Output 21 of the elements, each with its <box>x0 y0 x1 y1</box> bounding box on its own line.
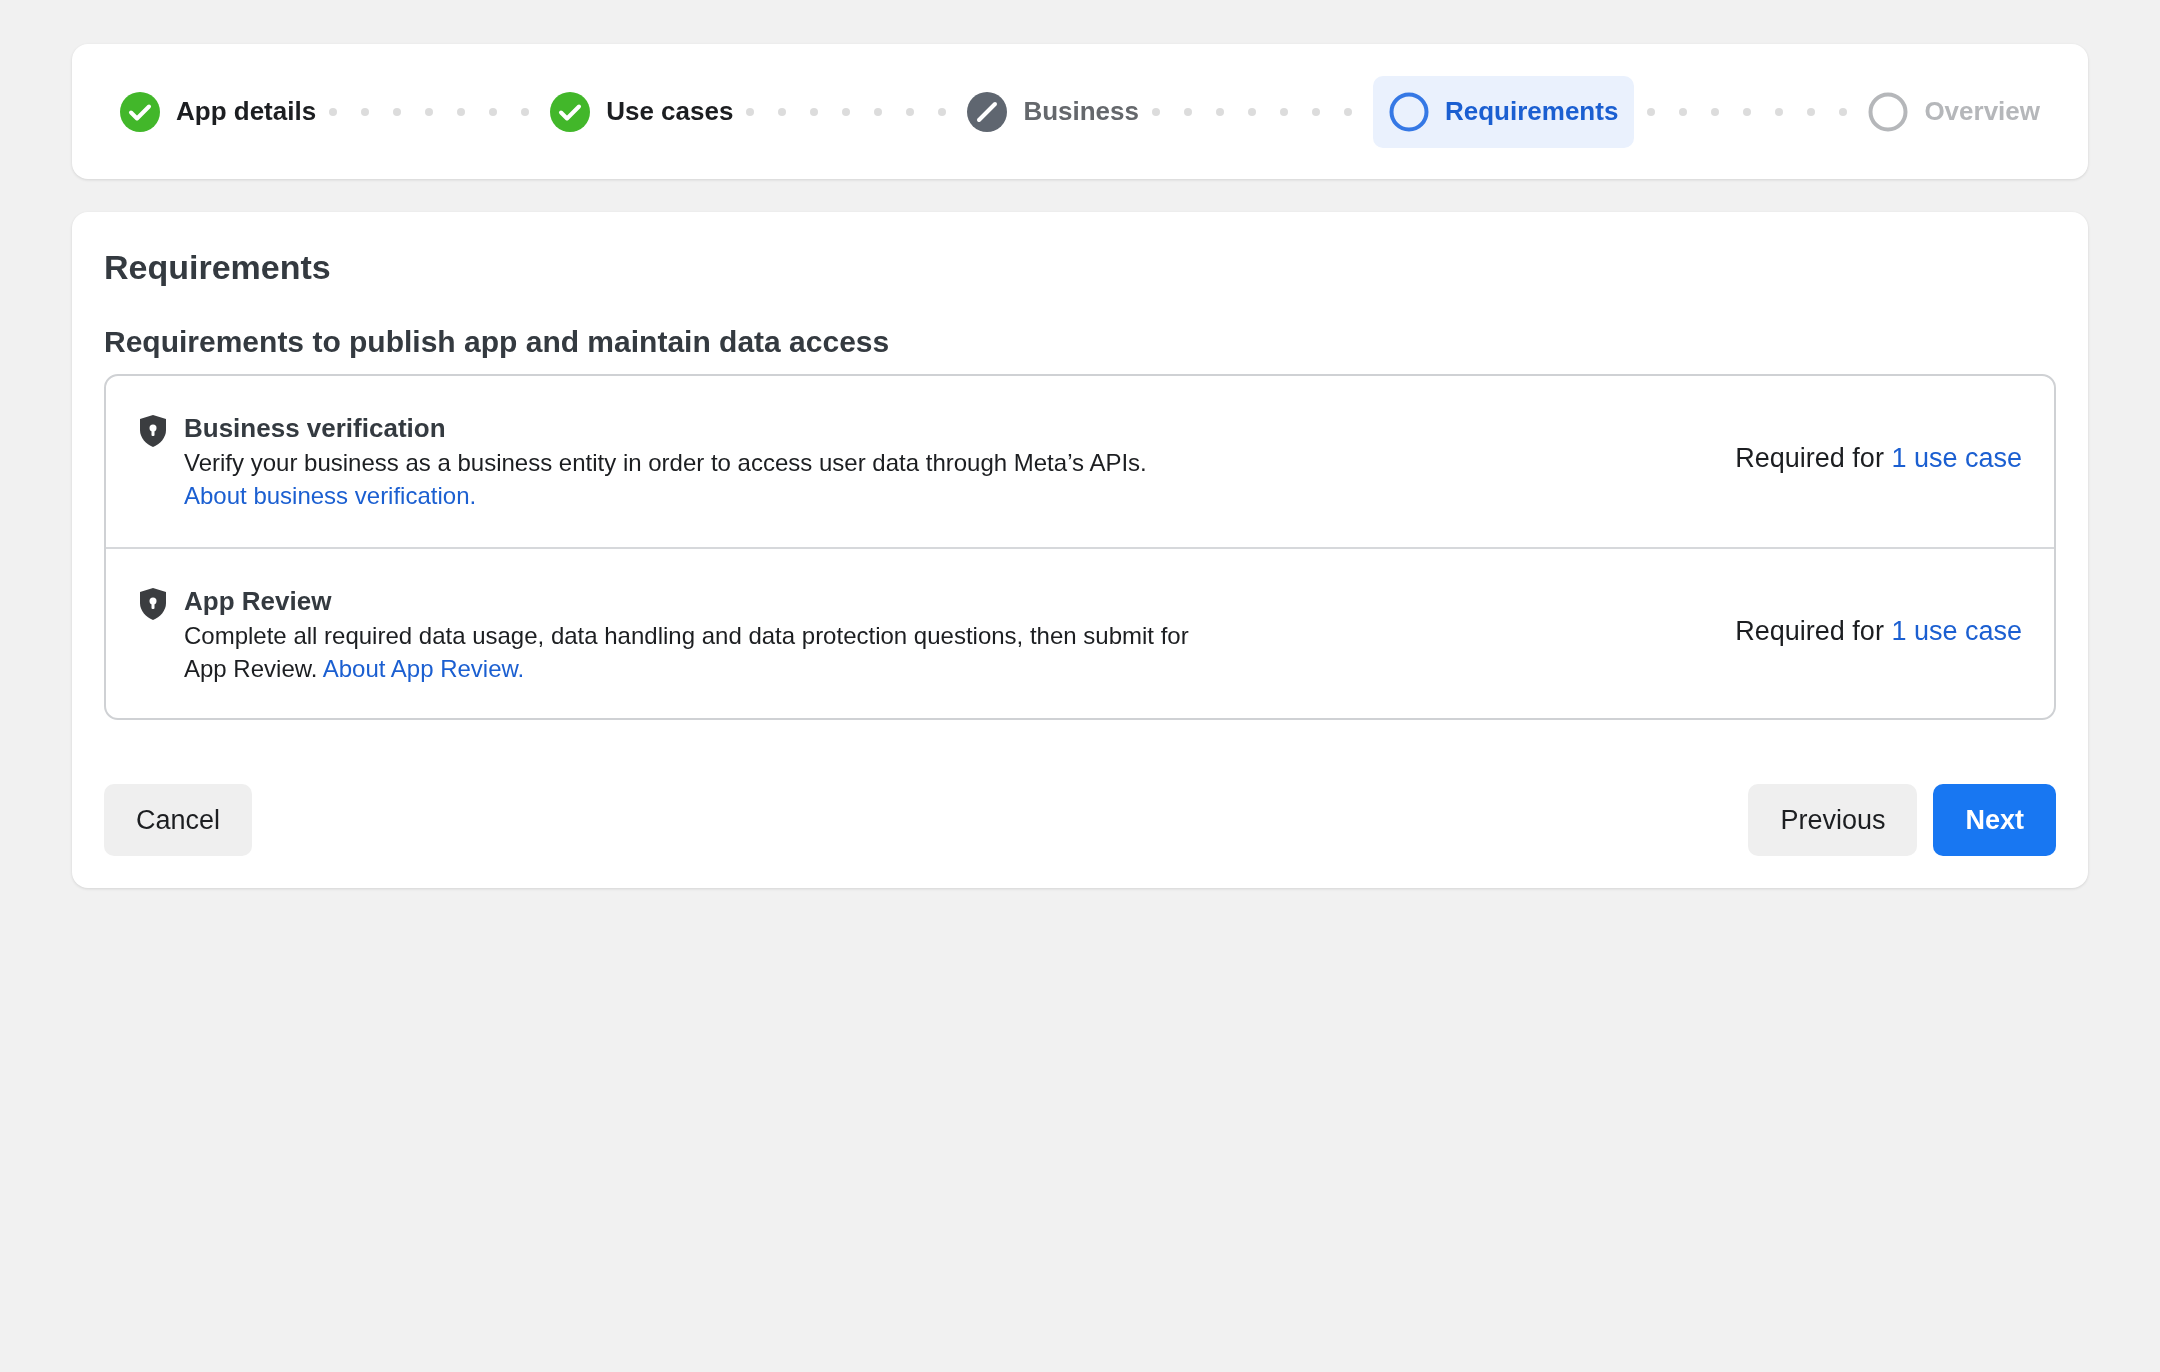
previous-button[interactable]: Previous <box>1748 784 1918 856</box>
requirement-title: App Review <box>184 585 333 618</box>
step-tab[interactable]: Business <box>967 75 1139 148</box>
step-tab[interactable]: Use cases <box>550 75 734 148</box>
use-case-link[interactable]: 1 use case <box>1891 443 2022 473</box>
shield-lock-icon <box>138 587 168 621</box>
learn-more-link[interactable]: About App Review. <box>322 655 525 682</box>
required-for-text: Required for 1 use case <box>1735 615 2022 648</box>
requirement-title: Business verification <box>184 412 447 445</box>
shield-lock-icon <box>138 414 168 448</box>
learn-more-link[interactable]: About business verification. <box>184 482 477 509</box>
use-case-link[interactable]: 1 use case <box>1891 616 2022 646</box>
next-button[interactable]: Next <box>1933 784 2056 856</box>
required-for-text: Required for 1 use case <box>1735 442 2022 475</box>
step-tab[interactable]: App details <box>120 75 317 148</box>
requirement-description: Verify your business as a business entity in order to access user data through Meta’s APIs. About business verification. <box>184 448 1148 511</box>
requirement-description: Complete all required data usage, data handling and data protection questions, then submit for App Review. About App Review. <box>184 621 1190 684</box>
page-title: Requirements <box>104 247 332 288</box>
section-heading: Requirements to publish app and maintain data access <box>104 324 891 360</box>
cancel-button[interactable]: Cancel <box>104 784 253 856</box>
step-tab[interactable]: Requirements <box>1373 75 1635 148</box>
